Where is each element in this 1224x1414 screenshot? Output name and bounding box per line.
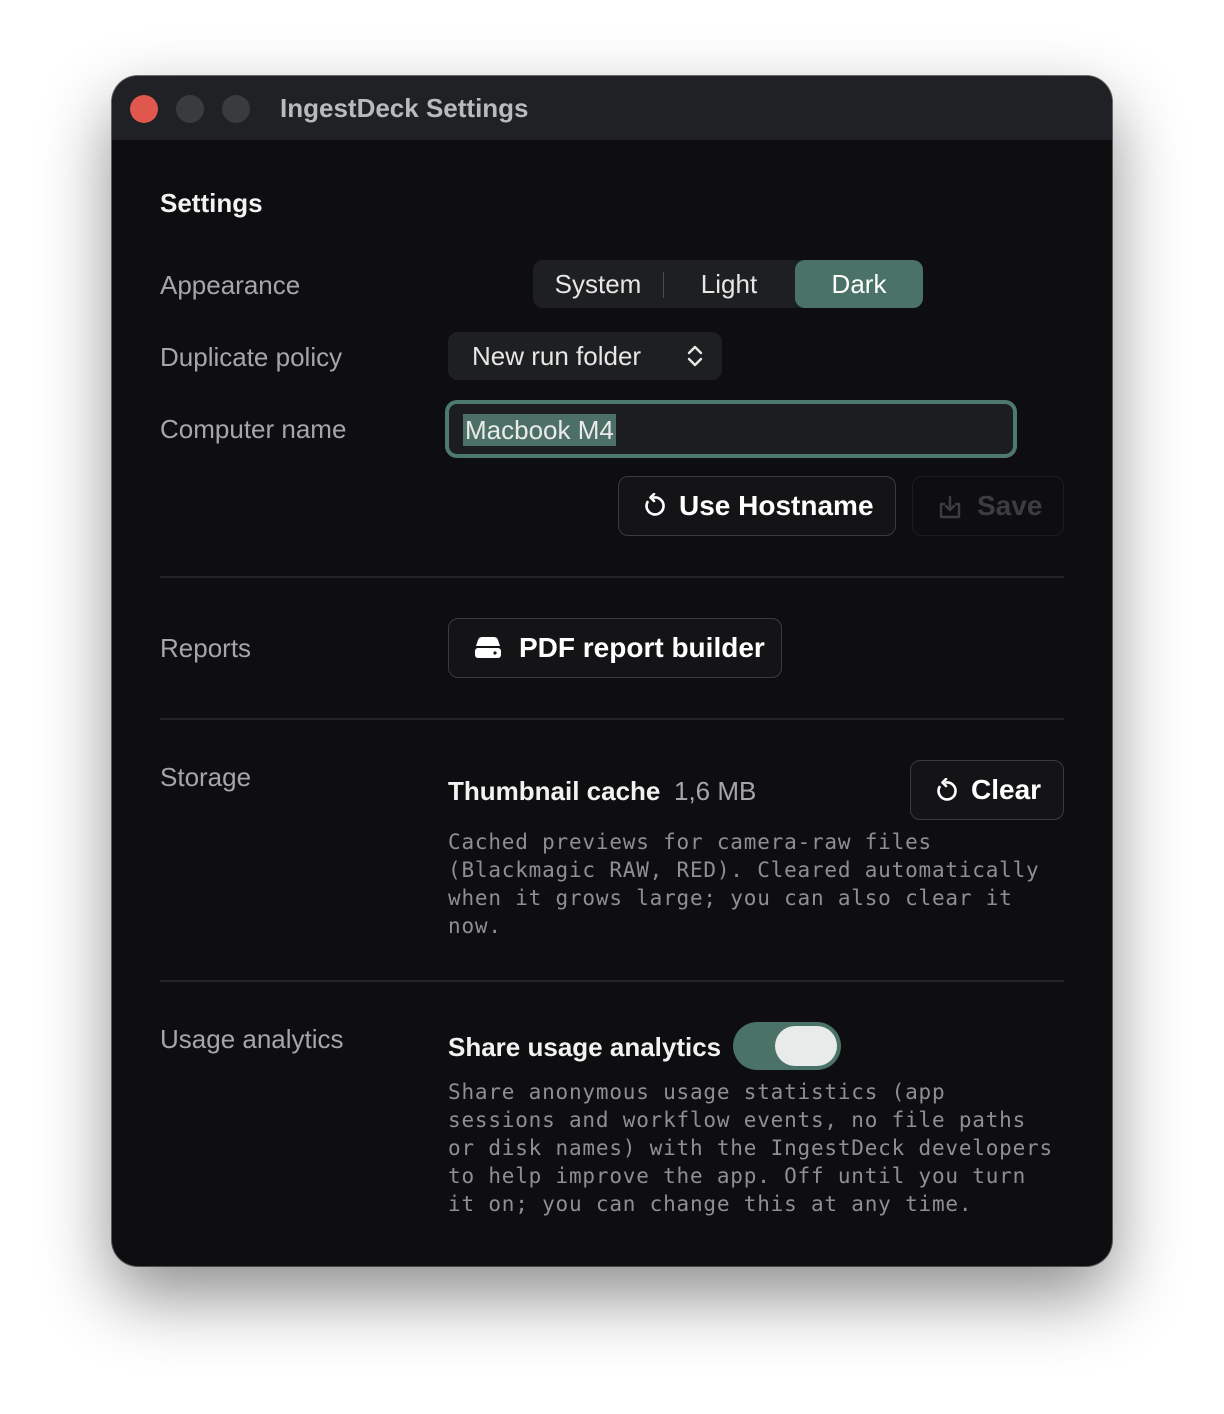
title-bar: IngestDeck Settings	[112, 76, 1112, 140]
clear-cache-button[interactable]: Clear	[910, 760, 1064, 820]
storage-description: Cached previews for camera-raw files (Bl…	[448, 828, 1068, 940]
computer-name-input[interactable]: Macbook M4	[445, 400, 1017, 458]
thumbnail-cache-title: Thumbnail cache	[448, 776, 661, 806]
window-title: IngestDeck Settings	[280, 93, 529, 123]
section-divider	[160, 576, 1064, 578]
computer-name-value: Macbook M4	[463, 414, 616, 446]
pdf-report-builder-label: PDF report builder	[519, 632, 765, 663]
reset-icon	[645, 493, 665, 516]
description-line: (Blackmagic RAW, RED). Cleared automatic…	[448, 858, 1040, 882]
duplicate-policy-value: New run folder	[472, 341, 642, 371]
settings-window: IngestDeck Settings Settings Appearance …	[112, 76, 1112, 1266]
appearance-option-dark[interactable]: Dark	[795, 260, 923, 308]
appearance-option-light[interactable]: Light	[664, 260, 794, 308]
description-line: to help improve the app. Off until you t…	[448, 1164, 1027, 1188]
description-line: now.	[448, 914, 502, 938]
section-divider	[160, 980, 1064, 982]
description-line: Cached previews for camera-raw files	[448, 830, 932, 854]
drive-icon	[475, 637, 501, 658]
usage-analytics-description: Share anonymous usage statistics (app se…	[448, 1078, 1078, 1218]
share-usage-analytics-toggle[interactable]	[733, 1022, 841, 1070]
appearance-option-system[interactable]: System	[533, 260, 663, 308]
share-usage-analytics-label: Share usage analytics	[448, 1032, 722, 1062]
save-label: Save	[977, 490, 1043, 521]
description-line: when it grows large; you can also clear …	[448, 886, 1013, 910]
usage-analytics-label: Usage analytics	[160, 1024, 344, 1054]
chevron-up-down-icon	[687, 345, 703, 367]
computer-name-label: Computer name	[160, 414, 347, 444]
save-icon	[939, 495, 961, 519]
storage-label: Storage	[160, 762, 252, 792]
settings-content: Settings Appearance System Light Dark Du…	[112, 140, 1112, 1266]
reset-icon	[937, 778, 957, 801]
clear-label: Clear	[971, 774, 1042, 805]
description-line: or disk names) with the IngestDeck devel…	[448, 1136, 1053, 1160]
description-line: sessions and workflow events, no file pa…	[448, 1108, 1027, 1132]
use-hostname-button[interactable]: Use Hostname	[618, 476, 896, 536]
section-divider	[160, 718, 1064, 720]
zoom-window-button[interactable]	[222, 95, 250, 123]
minimize-window-button[interactable]	[176, 95, 204, 123]
reports-label: Reports	[160, 633, 252, 663]
appearance-segmented-control: System Light Dark	[533, 260, 923, 308]
page-title: Settings	[160, 188, 263, 218]
description-line: it on; you can change this at any time.	[448, 1192, 973, 1216]
use-hostname-label: Use Hostname	[679, 490, 874, 521]
save-button[interactable]: Save	[912, 476, 1064, 536]
description-line: Share anonymous usage statistics (app	[448, 1080, 946, 1104]
duplicate-policy-select[interactable]: New run folder	[448, 332, 722, 380]
toggle-knob	[775, 1026, 837, 1066]
appearance-label: Appearance	[160, 270, 301, 300]
close-window-button[interactable]	[130, 95, 158, 123]
thumbnail-cache-size: 1,6 MB	[674, 776, 757, 806]
duplicate-policy-label: Duplicate policy	[160, 342, 343, 372]
pdf-report-builder-button[interactable]: PDF report builder	[448, 618, 782, 678]
